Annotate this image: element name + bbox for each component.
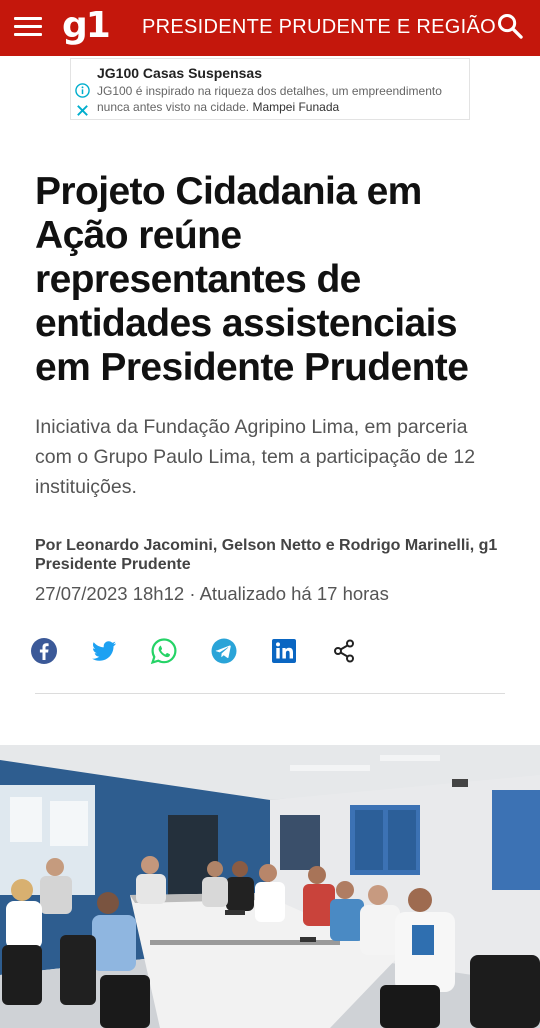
info-icon[interactable]	[75, 83, 90, 98]
whatsapp-icon[interactable]	[149, 636, 179, 666]
share-icon[interactable]	[329, 636, 359, 666]
article-date: 27/07/2023 18h12 · Atualizado há 17 hora…	[35, 583, 389, 604]
article-title: Projeto Cidadania em Ação reúne represen…	[35, 170, 469, 389]
top-bar: g1 PRESIDENTE PRUDENTE E REGIÃO	[0, 0, 540, 56]
article-photo[interactable]	[0, 745, 540, 1028]
ad-banner[interactable]: JG100 Casas Suspensas JG100 é inspirado …	[70, 58, 470, 120]
search-icon[interactable]	[496, 12, 524, 40]
g1-logo[interactable]: g1	[62, 4, 111, 48]
article-byline: Por Leonardo Jacomini, Gelson Netto e Ro…	[35, 537, 498, 573]
close-icon[interactable]	[75, 103, 90, 118]
hamburger-menu-icon[interactable]	[14, 14, 42, 38]
facebook-icon[interactable]	[29, 636, 59, 666]
section-title[interactable]: PRESIDENTE PRUDENTE E REGIÃO	[142, 15, 496, 39]
ad-advertiser: Mampei Funada	[252, 100, 340, 114]
linkedin-icon[interactable]	[269, 636, 299, 666]
article-summary: Iniciativa da Fundação Agripino Lima, em…	[35, 416, 476, 498]
divider	[35, 693, 505, 694]
ad-title[interactable]: JG100 Casas Suspensas	[97, 65, 262, 81]
telegram-icon[interactable]	[209, 636, 239, 666]
ad-description[interactable]: JG100 é inspirado na riqueza dos detalhe…	[97, 83, 463, 115]
twitter-icon[interactable]	[89, 636, 119, 666]
